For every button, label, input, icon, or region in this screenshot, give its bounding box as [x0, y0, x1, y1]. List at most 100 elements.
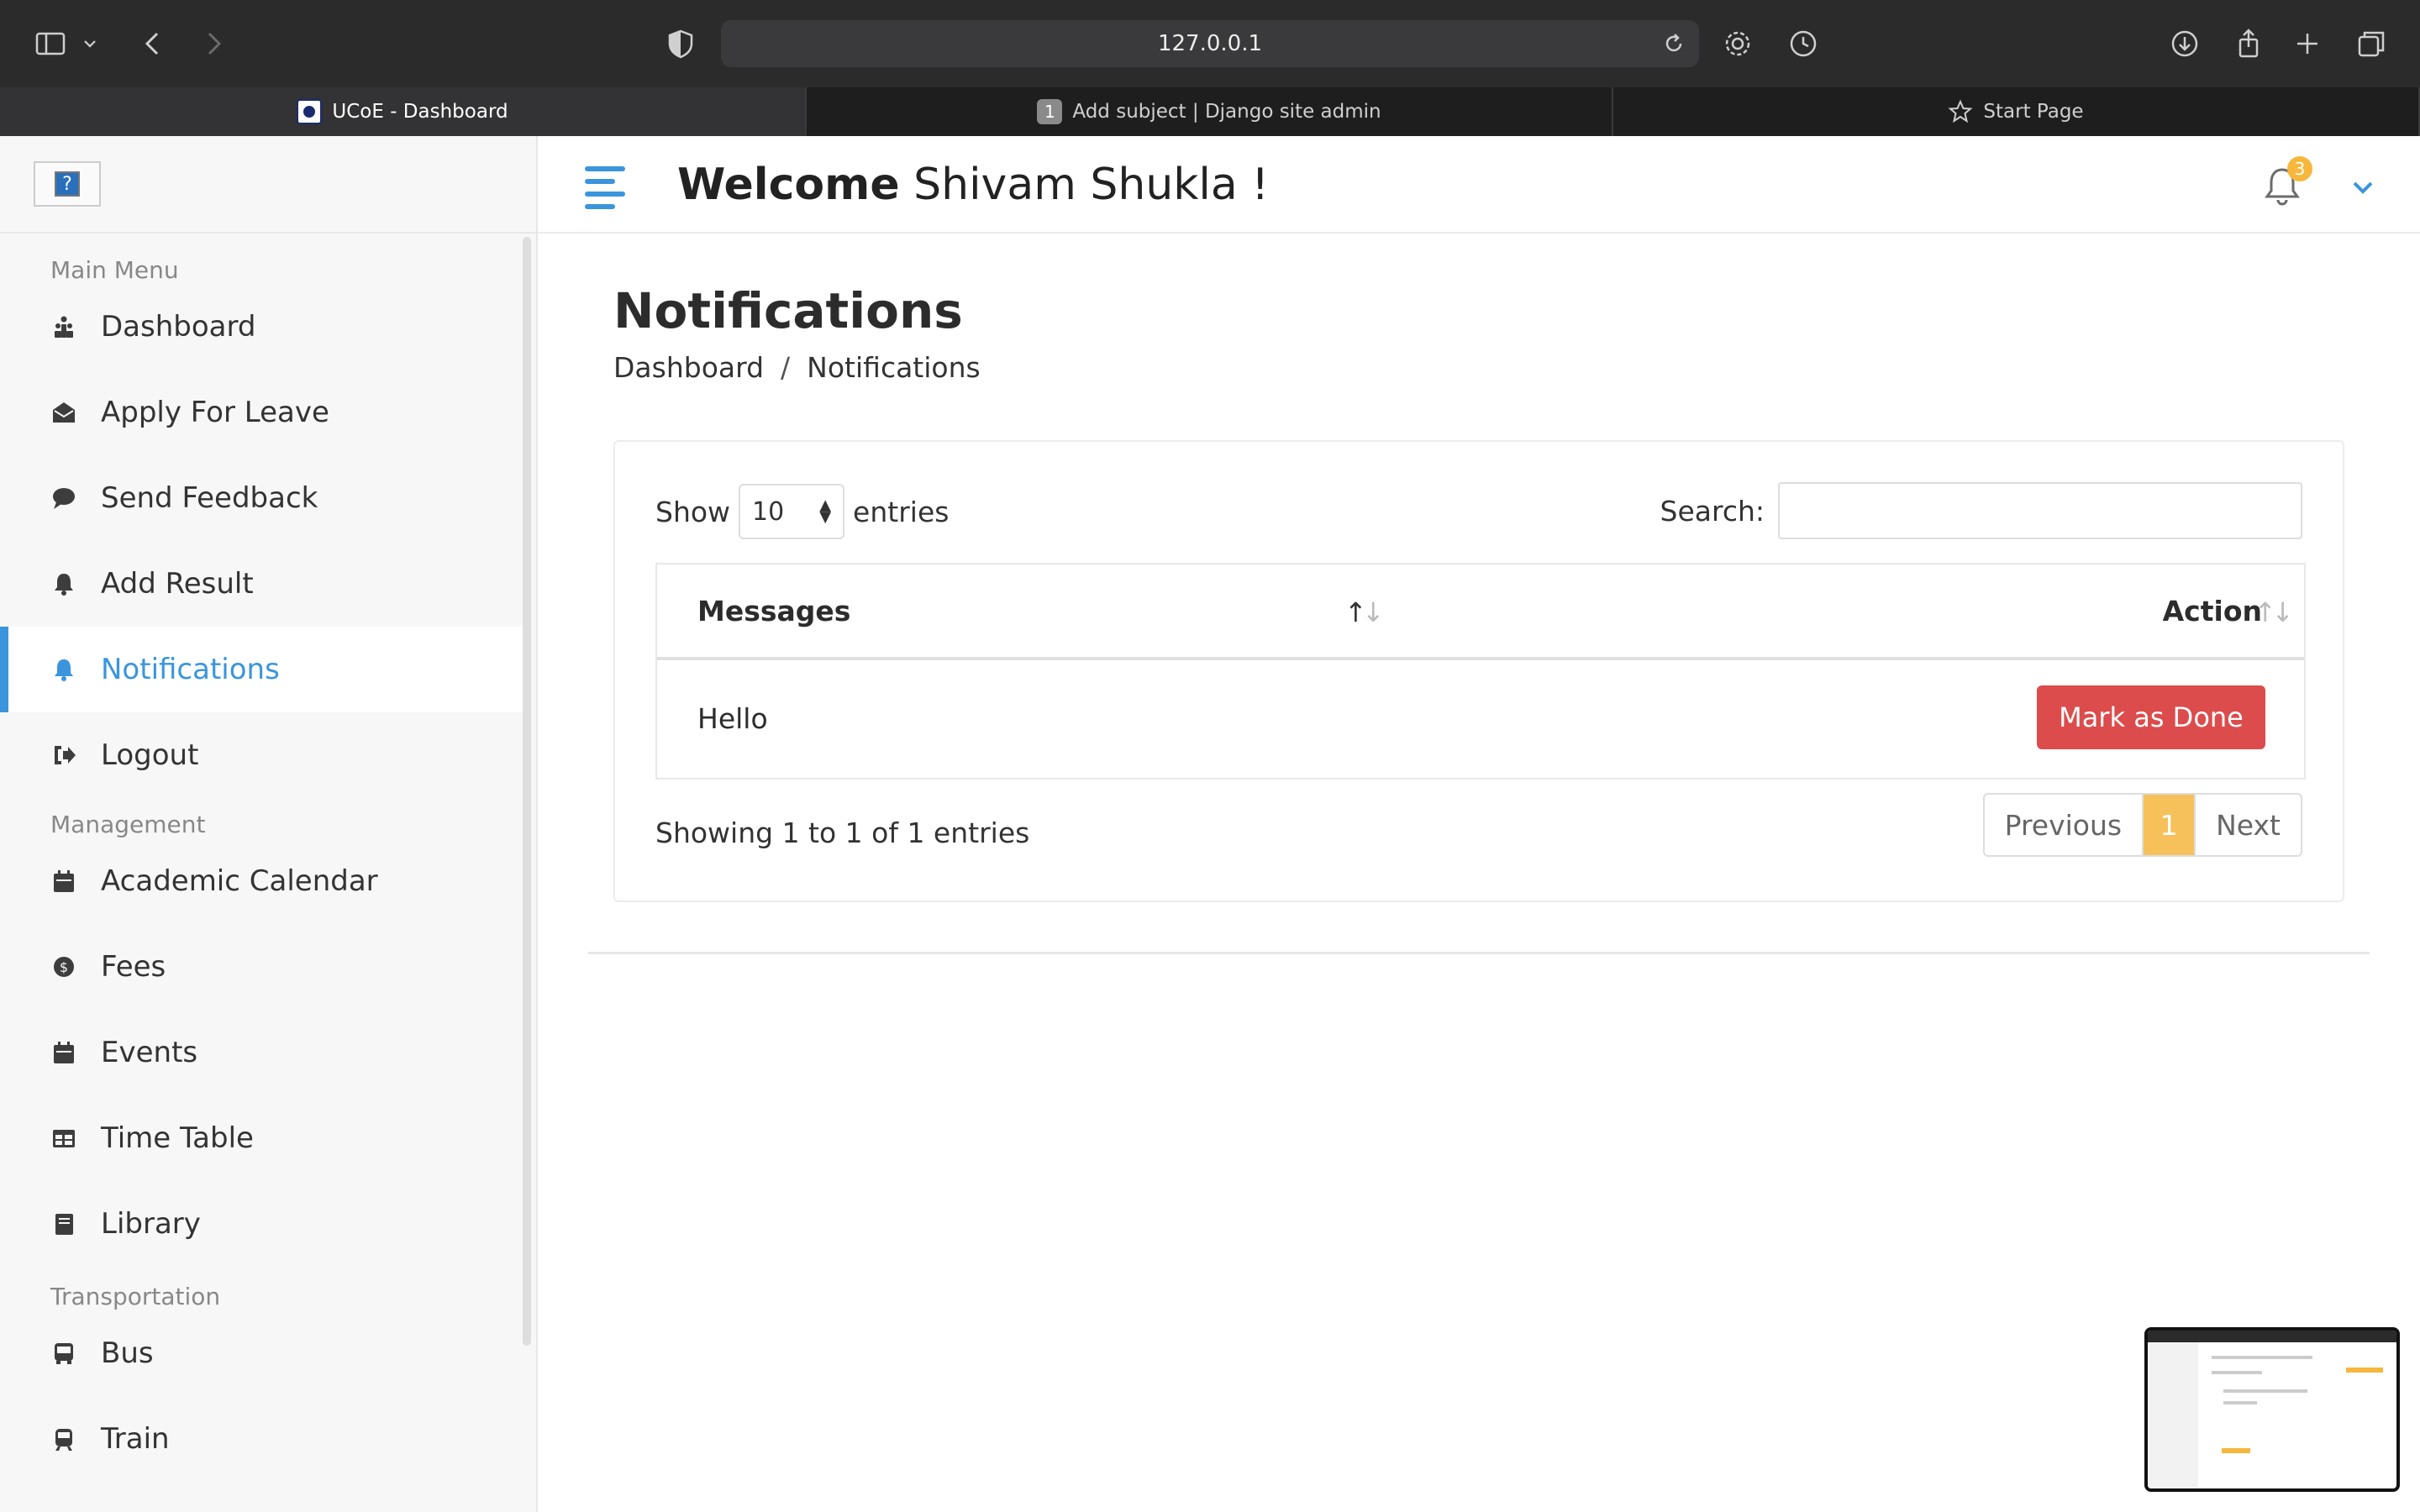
forward-icon[interactable]: [195, 25, 232, 62]
welcome-label: Welcome: [677, 160, 900, 210]
history-icon[interactable]: [1785, 25, 1822, 62]
sidebar-item-events[interactable]: Events: [0, 1010, 536, 1095]
back-icon[interactable]: [134, 25, 171, 62]
sidebar-item-send-feedback[interactable]: Send Feedback: [0, 455, 536, 541]
menu-section-title: Management: [50, 811, 206, 838]
sidebar-item-bus[interactable]: Bus: [0, 1310, 536, 1396]
sidebar-item-label: Apply For Leave: [101, 396, 329, 429]
star-icon: [1948, 99, 1973, 123]
sidebar-item-label: Time Table: [101, 1121, 254, 1155]
table-header: Messages ↑↓ Action ↑↓: [657, 564, 2304, 660]
sidebar: ? Main Menu Dashboard Apply For Leave Se…: [0, 136, 538, 1512]
welcome-message: Welcome Shivam Shukla !: [677, 160, 1269, 210]
sidebar-item-label: Academic Calendar: [101, 864, 378, 898]
envelope-open-icon: [50, 399, 77, 426]
tab-ucoe-dashboard[interactable]: UCoE - Dashboard: [0, 87, 807, 136]
mark-as-done-button[interactable]: Mark as Done: [2037, 685, 2265, 749]
entries-label: entries: [853, 495, 950, 528]
sidebar-item-add-result[interactable]: Add Result: [0, 541, 536, 627]
sidebar-item-academic-calendar[interactable]: Academic Calendar: [0, 838, 536, 924]
sign-out-icon: [50, 742, 77, 769]
share-icon[interactable]: [2230, 25, 2267, 62]
sidebar-item-logout[interactable]: Logout: [0, 712, 536, 798]
broken-image-icon: ?: [55, 171, 80, 197]
calendar-icon: [50, 868, 77, 895]
notification-count-badge: 3: [2287, 156, 2312, 181]
tab-badge: 1: [1037, 99, 1063, 124]
content-divider: [588, 952, 2370, 954]
user-name: Shivam Shukla !: [913, 160, 1270, 210]
download-icon[interactable]: [2166, 25, 2203, 62]
tab-start-page[interactable]: Start Page: [1613, 87, 2420, 136]
train-icon: [50, 1425, 77, 1452]
select-arrows-icon: ▲ ▼: [819, 496, 832, 526]
search-input[interactable]: [1778, 482, 2302, 539]
svg-text:$: $: [60, 959, 68, 975]
book-icon: [50, 1210, 77, 1237]
table-search: Search:: [1660, 482, 2302, 539]
sidebar-item-apply-for-leave[interactable]: Apply For Leave: [0, 370, 536, 455]
tab-overview-icon[interactable]: [2353, 25, 2390, 62]
logo[interactable]: ?: [34, 161, 101, 207]
column-header-messages[interactable]: Messages: [697, 595, 850, 627]
table-row: Hello Mark as Done: [657, 660, 2304, 778]
top-header: Welcome Shivam Shukla ! 3: [538, 136, 2420, 234]
show-label: Show: [655, 495, 731, 528]
notifications-table: Messages ↑↓ Action ↑↓ Hello Mark as Done: [655, 563, 2306, 780]
sidebar-item-label: Dashboard: [101, 310, 256, 344]
sort-asc-icon[interactable]: ↑↓: [1344, 596, 1385, 628]
sidebar-item-train[interactable]: Train: [0, 1396, 536, 1482]
previous-page-button[interactable]: Previous: [1985, 795, 2144, 855]
chevron-down-icon[interactable]: [77, 25, 103, 62]
sidebar-item-label: Train: [101, 1422, 170, 1456]
sidebar-item-label: Logout: [101, 738, 199, 772]
chevron-down-icon[interactable]: [2348, 175, 2378, 200]
menu-section-title: Main Menu: [50, 256, 179, 284]
new-tab-icon[interactable]: [2289, 25, 2326, 62]
reload-icon[interactable]: [1660, 30, 1687, 57]
sidebar-item-time-table[interactable]: Time Table: [0, 1095, 536, 1181]
money-icon: $: [50, 953, 77, 980]
tab-django-admin[interactable]: 1 Add subject | Django site admin: [807, 87, 1613, 136]
shield-icon[interactable]: [662, 25, 699, 62]
comment-icon: [50, 485, 77, 512]
breadcrumb: Dashboard / Notifications: [613, 351, 981, 384]
sidebar-item-label: Bus: [101, 1336, 154, 1370]
sidebar-toggle-icon[interactable]: [32, 25, 69, 62]
logo-area: ?: [0, 136, 536, 234]
entries-value: 10: [752, 496, 785, 527]
current-page-button[interactable]: 1: [2144, 795, 2196, 855]
bell-icon: [50, 656, 77, 683]
sort-icon[interactable]: ↑↓: [2254, 596, 2294, 628]
sidebar-item-label: Add Result: [101, 567, 254, 601]
browser-toolbar: 127.0.0.1: [0, 0, 2420, 87]
next-page-button[interactable]: Next: [2196, 795, 2301, 855]
table-icon: [50, 1125, 77, 1152]
sidebar-item-dashboard[interactable]: Dashboard: [0, 284, 536, 370]
table-info: Showing 1 to 1 of 1 entries: [655, 816, 1030, 849]
address-bar[interactable]: 127.0.0.1: [721, 20, 1699, 67]
search-label: Search:: [1660, 494, 1765, 528]
breadcrumb-notifications: Notifications: [807, 351, 981, 384]
bell-icon: [50, 570, 77, 597]
column-header-action[interactable]: Action: [2163, 595, 2262, 627]
url-text: 127.0.0.1: [1157, 31, 1263, 56]
menu-toggle-icon[interactable]: [585, 166, 625, 209]
bus-icon: [50, 1340, 77, 1367]
screenshot-thumbnail[interactable]: [2144, 1327, 2400, 1492]
gear-icon[interactable]: [1719, 25, 1756, 62]
breadcrumb-separator: /: [781, 351, 791, 384]
calendar-icon: [50, 1039, 77, 1066]
sidebar-item-fees[interactable]: $ Fees: [0, 924, 536, 1010]
breadcrumb-dashboard[interactable]: Dashboard: [613, 351, 764, 384]
sidebar-item-library[interactable]: Library: [0, 1181, 536, 1267]
tab-label: UCoE - Dashboard: [332, 101, 508, 123]
sidebar-item-notifications[interactable]: Notifications: [0, 627, 523, 712]
sidebar-item-label: Send Feedback: [101, 481, 318, 515]
dashboard-icon: [50, 313, 77, 340]
sidebar-item-label: Events: [101, 1036, 198, 1069]
entries-length-control: Show 10 ▲ ▼ entries: [655, 484, 949, 539]
entries-select[interactable]: 10 ▲ ▼: [739, 484, 845, 539]
sidebar-item-label: Library: [101, 1207, 201, 1241]
tab-label: Add subject | Django site admin: [1072, 101, 1381, 123]
